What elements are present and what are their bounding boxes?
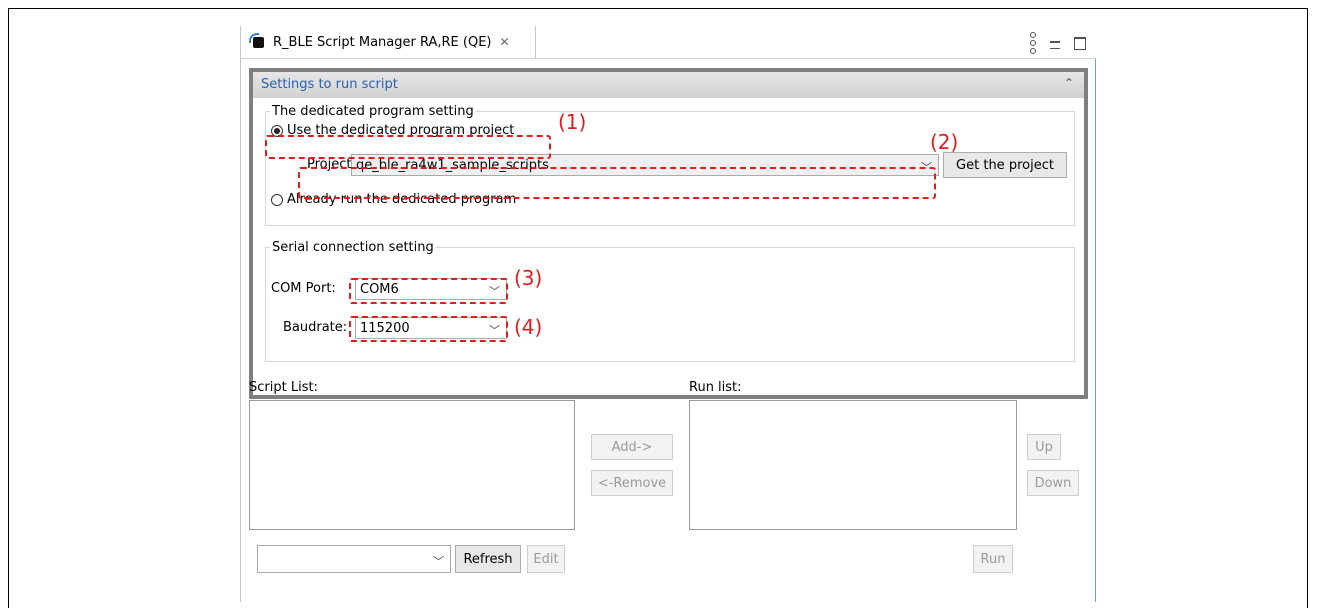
refresh-button[interactable]: Refresh xyxy=(455,545,521,573)
script-manager-view: R_BLE Script Manager RA,RE (QE) ✕ Settin… xyxy=(240,26,1096,602)
chevron-down-icon: ﹀ xyxy=(489,324,500,337)
view-tabbar: R_BLE Script Manager RA,RE (QE) ✕ xyxy=(241,26,1096,59)
radio-already-run[interactable]: Already run the dedicated program xyxy=(271,192,516,207)
run-list-label: Run list: xyxy=(689,380,742,395)
close-icon[interactable]: ✕ xyxy=(500,35,510,49)
com-port-combo[interactable]: COM6 ﹀ xyxy=(355,278,507,300)
script-list[interactable] xyxy=(249,400,575,530)
tab-title: R_BLE Script Manager RA,RE (QE) xyxy=(273,34,492,50)
add-button[interactable]: Add-> xyxy=(591,434,673,460)
baudrate-label: Baudrate: xyxy=(283,320,348,335)
serial-group: Serial connection setting xyxy=(265,240,1075,362)
radio-unchecked-icon[interactable] xyxy=(271,193,283,206)
ble-chip-icon xyxy=(249,33,267,51)
get-project-button[interactable]: Get the project xyxy=(943,152,1067,178)
com-port-label: COM Port: xyxy=(271,281,336,296)
script-list-label: Script List: xyxy=(249,380,318,395)
project-label: Project xyxy=(307,157,352,172)
radio-use-project[interactable]: Use the dedicated program project xyxy=(271,123,514,138)
com-port-value: COM6 xyxy=(360,281,399,297)
annotation-label-4: (4) xyxy=(514,315,543,339)
radio-already-run-label: Already run the dedicated program xyxy=(287,192,517,207)
view-tab[interactable]: R_BLE Script Manager RA,RE (QE) ✕ xyxy=(241,26,536,58)
maximize-icon[interactable] xyxy=(1074,36,1086,50)
chevron-down-icon: ﹀ xyxy=(489,285,500,298)
settings-section: Settings to run script ⌃ The dedicated p… xyxy=(249,68,1088,399)
collapse-icon[interactable]: ⌃ xyxy=(1064,76,1074,90)
dedicated-program-legend: The dedicated program setting xyxy=(272,104,474,119)
section-title: Settings to run script xyxy=(261,77,398,92)
annotation-label-2: (2) xyxy=(930,130,959,154)
baudrate-value: 115200 xyxy=(360,320,410,336)
serial-legend: Serial connection setting xyxy=(272,240,434,255)
run-button[interactable]: Run xyxy=(973,545,1013,573)
baudrate-combo[interactable]: 115200 ﹀ xyxy=(355,317,507,339)
view-toolbar xyxy=(1030,32,1086,54)
script-filter-combo[interactable]: ﹀ xyxy=(257,545,451,573)
chevron-down-icon: ﹀ xyxy=(921,161,932,174)
project-combo-value: qe_ble_ra4w1_sample_scripts xyxy=(356,157,549,173)
chevron-down-icon: ﹀ xyxy=(433,555,444,568)
annotation-label-1: (1) xyxy=(558,110,587,134)
project-combo[interactable]: qe_ble_ra4w1_sample_scripts ﹀ xyxy=(351,154,939,176)
minimize-icon[interactable] xyxy=(1050,41,1060,49)
radio-use-project-label: Use the dedicated program project xyxy=(287,123,515,138)
down-button[interactable]: Down xyxy=(1027,470,1079,496)
edit-button[interactable]: Edit xyxy=(527,545,565,573)
remove-button[interactable]: <-Remove xyxy=(591,470,673,496)
annotation-label-3: (3) xyxy=(514,266,543,290)
view-menu-icon[interactable] xyxy=(1030,32,1036,54)
run-list[interactable] xyxy=(689,400,1017,530)
up-button[interactable]: Up xyxy=(1027,434,1061,460)
section-header[interactable]: Settings to run script ⌃ xyxy=(253,72,1084,98)
radio-checked-icon[interactable] xyxy=(271,124,283,137)
